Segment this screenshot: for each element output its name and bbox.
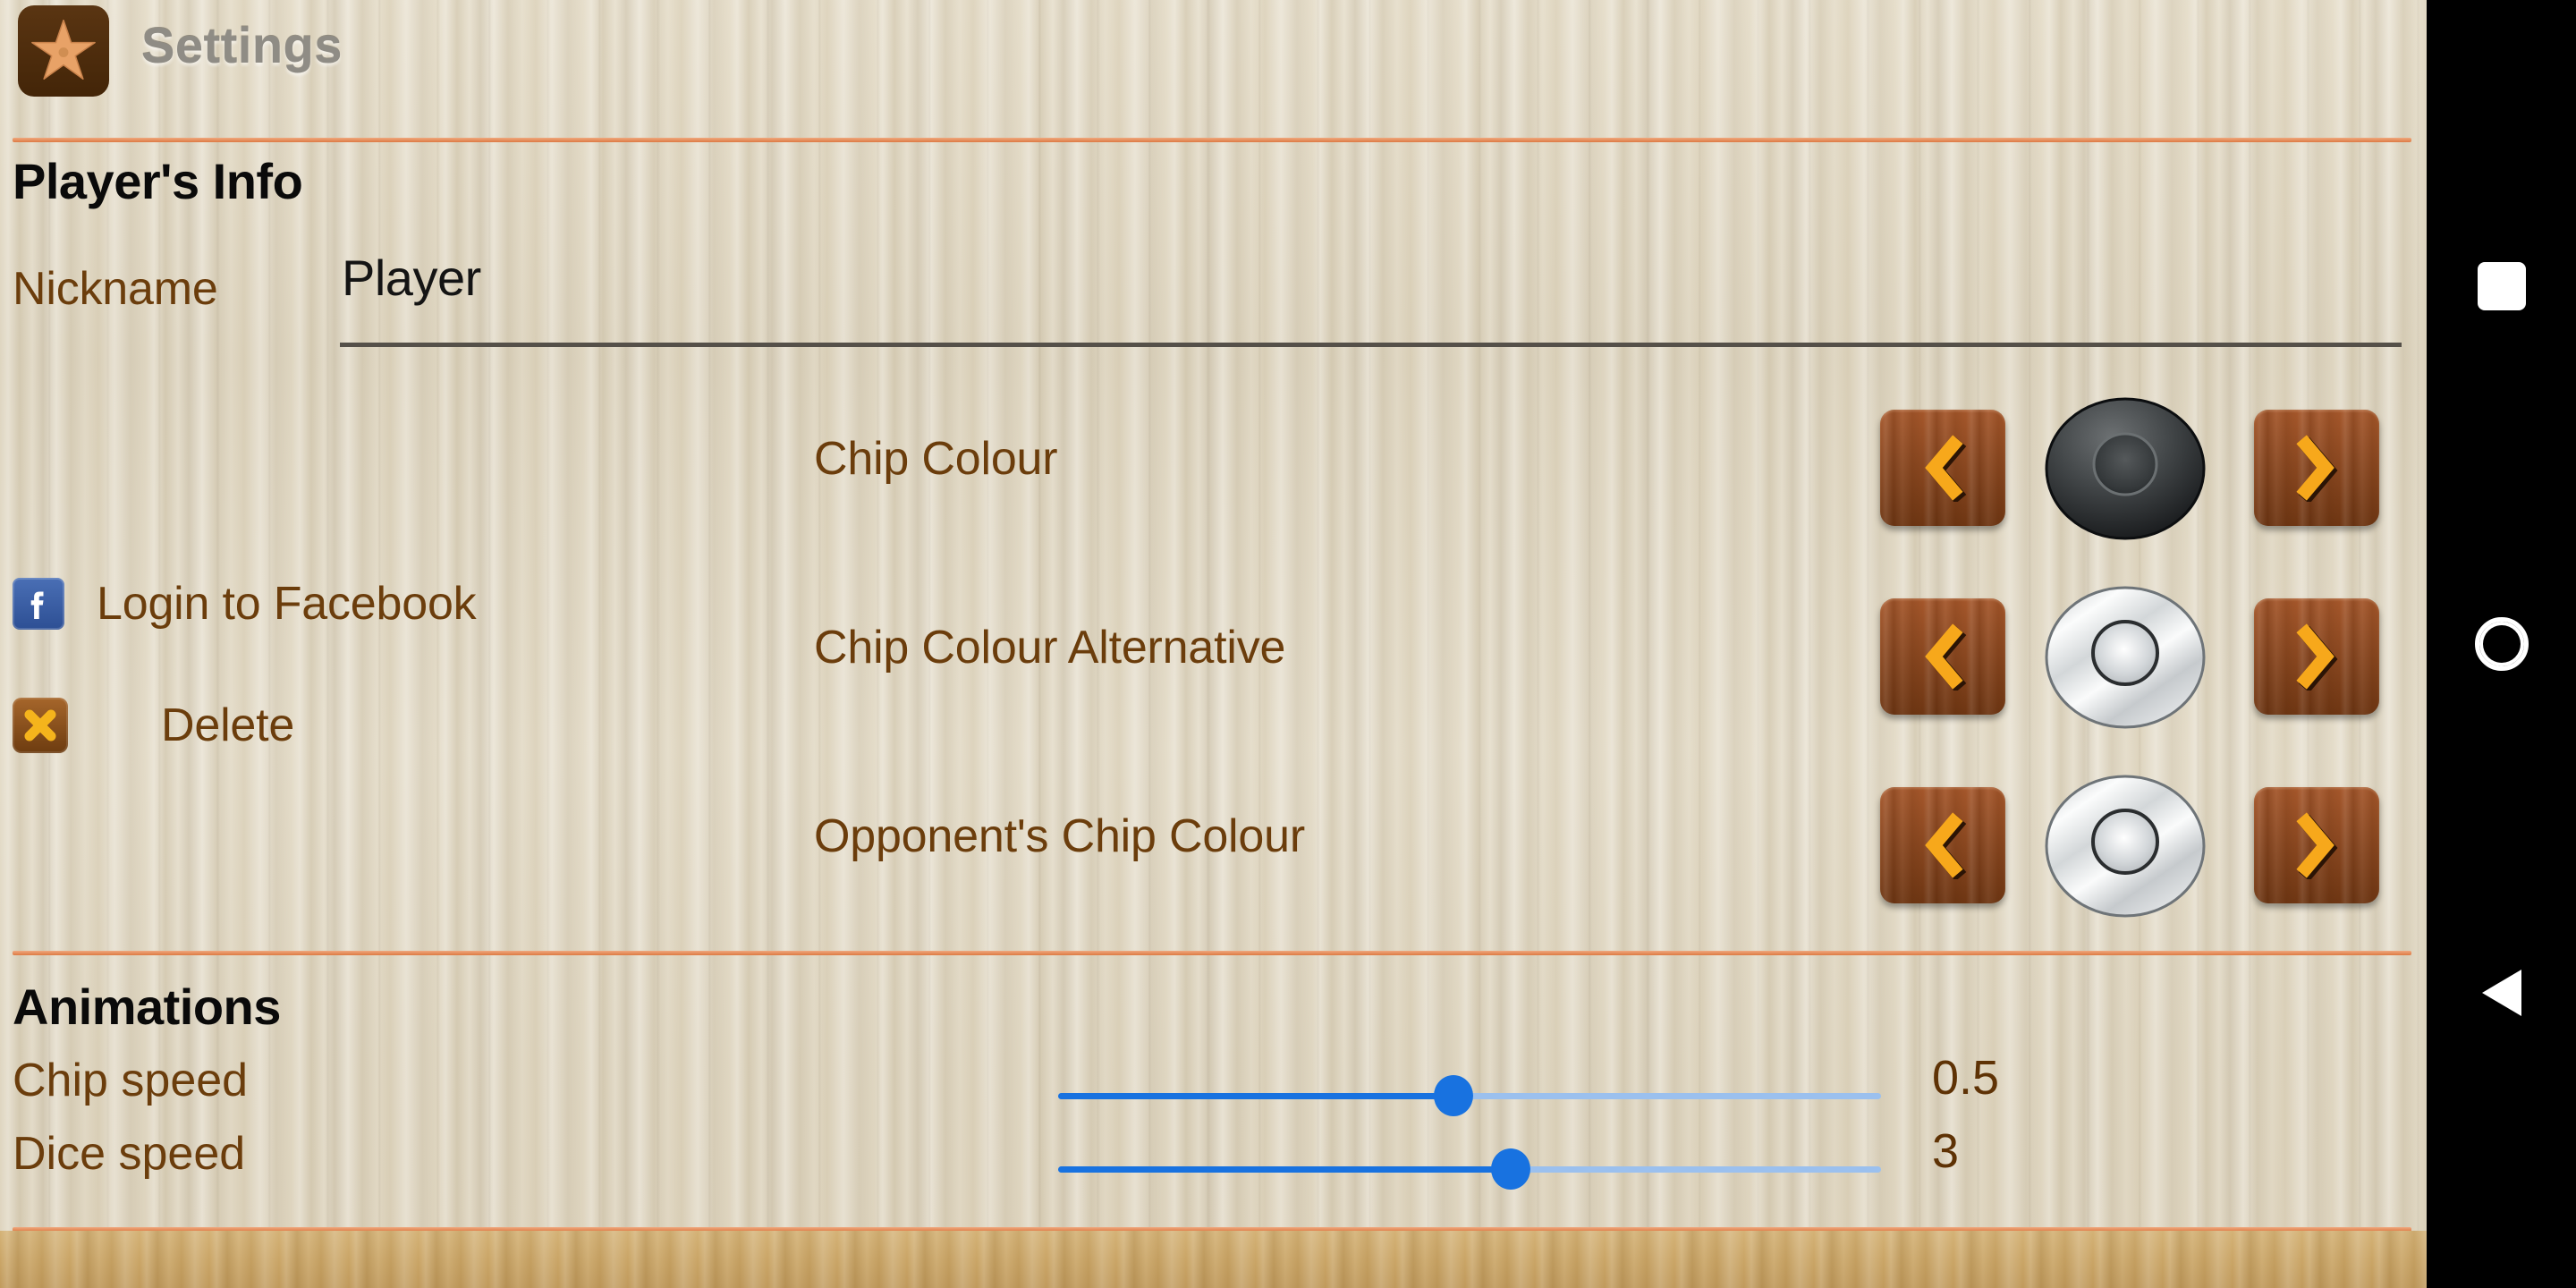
chip-colour-row-label: Chip Colour Alternative bbox=[814, 622, 1286, 674]
starfish-icon bbox=[18, 5, 109, 97]
chip-swatch-silver[interactable] bbox=[2044, 775, 2207, 918]
dice-speed-slider[interactable] bbox=[1058, 1148, 1881, 1190]
chevron-left-icon[interactable] bbox=[1880, 410, 2005, 526]
chevron-right-icon[interactable] bbox=[2254, 787, 2379, 903]
back-triangle-icon[interactable] bbox=[2427, 939, 2576, 1046]
home-circle-icon[interactable] bbox=[2427, 590, 2576, 698]
chip-speed-row: Chip speed 0.5 bbox=[0, 1051, 2427, 1134]
back-triangle-glyph bbox=[2481, 970, 2521, 1016]
dice-speed-label: Dice speed bbox=[13, 1128, 246, 1180]
page-title: Settings bbox=[141, 17, 343, 73]
section-title-animations: Animations bbox=[13, 979, 281, 1035]
dice-speed-value: 3 bbox=[1932, 1124, 1960, 1178]
slider-track-fill bbox=[1058, 1166, 1511, 1173]
nickname-input[interactable]: Player bbox=[340, 249, 2402, 347]
chip-colour-row-label: Opponent's Chip Colour bbox=[814, 810, 1305, 862]
chip-colour-row: Opponent's Chip Colour bbox=[0, 760, 2427, 926]
app-header: Settings bbox=[0, 0, 2427, 100]
chip-colour-row: Chip Colour bbox=[0, 383, 2427, 548]
dice-speed-row: Dice speed 3 bbox=[0, 1124, 2427, 1208]
chip-colour-row: Chip Colour Alternative bbox=[0, 572, 2427, 737]
chevron-left-icon[interactable] bbox=[1880, 598, 2005, 715]
settings-panel: Settings Player's Info Nickname Player L… bbox=[0, 0, 2427, 1288]
nickname-label: Nickname bbox=[13, 263, 218, 315]
chevron-right-icon[interactable] bbox=[2254, 598, 2379, 715]
recents-square-glyph bbox=[2477, 262, 2526, 310]
nickname-input-value[interactable]: Player bbox=[342, 249, 481, 307]
slider-track-fill bbox=[1058, 1093, 1453, 1099]
chip-speed-label: Chip speed bbox=[13, 1055, 249, 1106]
divider-middle bbox=[13, 951, 2411, 955]
chip-swatch-black[interactable] bbox=[2044, 397, 2207, 540]
home-circle-glyph bbox=[2474, 617, 2529, 671]
chip-swatch-silver[interactable] bbox=[2044, 586, 2207, 729]
chip-speed-slider[interactable] bbox=[1058, 1075, 1881, 1116]
chip-speed-value: 0.5 bbox=[1932, 1051, 2000, 1105]
section-title-player-info: Player's Info bbox=[13, 153, 303, 209]
chevron-left-icon[interactable] bbox=[1880, 787, 2005, 903]
slider-thumb[interactable] bbox=[1491, 1148, 1530, 1190]
nickname-input-underline bbox=[340, 343, 2402, 347]
screen: Settings Player's Info Nickname Player L… bbox=[0, 0, 2576, 1288]
android-navigation-bar bbox=[2427, 0, 2576, 1288]
bottom-wood-strip bbox=[0, 1231, 2427, 1288]
divider-top bbox=[13, 138, 2411, 142]
slider-thumb[interactable] bbox=[1433, 1075, 1473, 1116]
recents-square-icon[interactable] bbox=[2427, 233, 2576, 340]
chip-colour-row-label: Chip Colour bbox=[814, 433, 1058, 485]
chevron-right-icon[interactable] bbox=[2254, 410, 2379, 526]
